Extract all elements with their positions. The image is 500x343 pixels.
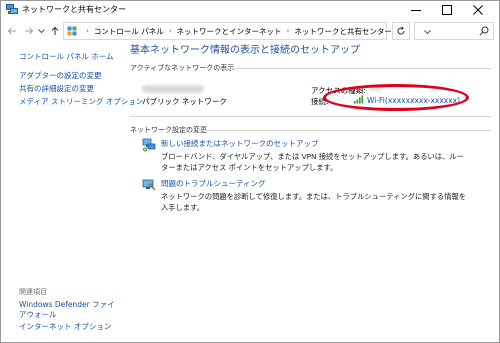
advanced-sharing-settings-link[interactable]: 共有の詳細設定の変更	[19, 84, 94, 94]
internet-options-link[interactable]: インターネット オプション	[19, 322, 111, 332]
divider	[130, 116, 491, 117]
troubleshoot-link[interactable]: 問題のトラブルシューティング	[161, 179, 266, 189]
up-button[interactable]	[48, 24, 62, 38]
forward-button[interactable]	[22, 24, 36, 38]
chevron-right-icon: ›	[286, 27, 290, 35]
recent-locations-button[interactable]	[37, 24, 46, 38]
chevron-right-icon: ›	[86, 27, 89, 35]
arrow-right-icon	[25, 27, 34, 35]
setup-new-connection-desc: ブロードバンド、ダイヤルアップ、または VPN 接続をセットアップします。あるい…	[161, 152, 464, 172]
troubleshoot-icon	[142, 178, 156, 192]
firewall-link[interactable]: Windows Defender ファイアウォール	[19, 300, 119, 320]
window: ネットワークと共有センター › コントロール パネル › ネットワークとインター…	[0, 0, 500, 343]
control-panel-icon	[67, 26, 77, 36]
close-button[interactable]	[465, 1, 492, 19]
chevron-down-icon	[38, 28, 45, 33]
back-button[interactable]	[5, 24, 19, 38]
refresh-button[interactable]	[392, 22, 410, 40]
network-center-icon	[6, 4, 18, 15]
breadcrumb-network-internet[interactable]: ネットワークとインターネット	[177, 26, 282, 37]
minimize-button[interactable]	[403, 1, 430, 19]
arrow-left-icon	[7, 27, 16, 35]
left-pane: コントロール パネル ホーム アダプターの設定の変更 共有の詳細設定の変更 メデ…	[1, 42, 143, 342]
breadcrumb: › コントロール パネル › ネットワークとインターネット › ネットワークと共…	[81, 23, 392, 39]
media-streaming-options-link[interactable]: メディア ストリーミング オプション	[19, 97, 143, 107]
breadcrumb-network-sharing-center[interactable]: ネットワークと共有センター	[294, 26, 392, 37]
change-adapter-settings-link[interactable]: アダプターの設定の変更	[19, 71, 102, 81]
window-title: ネットワークと共有センター	[22, 5, 126, 14]
highlight-ellipse	[323, 84, 469, 111]
arrow-up-icon	[51, 26, 59, 35]
maximize-button[interactable]	[434, 1, 461, 19]
divider	[217, 68, 491, 69]
address-row: › コントロール パネル › ネットワークとインターネット › ネットワークと共…	[1, 20, 499, 42]
network-name-redacted	[142, 85, 204, 93]
related-heading: 関連項目	[19, 288, 47, 296]
page-title: 基本ネットワーク情報の表示と接続のセットアップ	[130, 45, 360, 56]
breadcrumb-control-panel[interactable]: コントロール パネル	[94, 26, 164, 37]
control-panel-home-link[interactable]: コントロール パネル ホーム	[19, 52, 114, 62]
address-bar[interactable]: › コントロール パネル › ネットワークとインターネット › ネットワークと共…	[63, 22, 431, 40]
setup-new-connection-link[interactable]: 新しい接続またはネットワークのセットアップ	[161, 139, 319, 149]
refresh-icon	[397, 26, 405, 35]
search-input[interactable]	[414, 22, 494, 40]
title-bar: ネットワークと共有センター	[1, 1, 499, 19]
divider	[198, 130, 491, 131]
network-type: パブリック ネットワーク	[142, 97, 227, 106]
new-connection-icon	[142, 138, 156, 152]
search-icon	[479, 26, 489, 36]
chevron-right-icon: ›	[168, 27, 172, 35]
change-settings-label: ネットワーク設定の変更	[130, 126, 207, 134]
troubleshoot-desc: ネットワークの問題を診断して修復します。または、トラブルシューティングに関する情…	[161, 192, 467, 212]
